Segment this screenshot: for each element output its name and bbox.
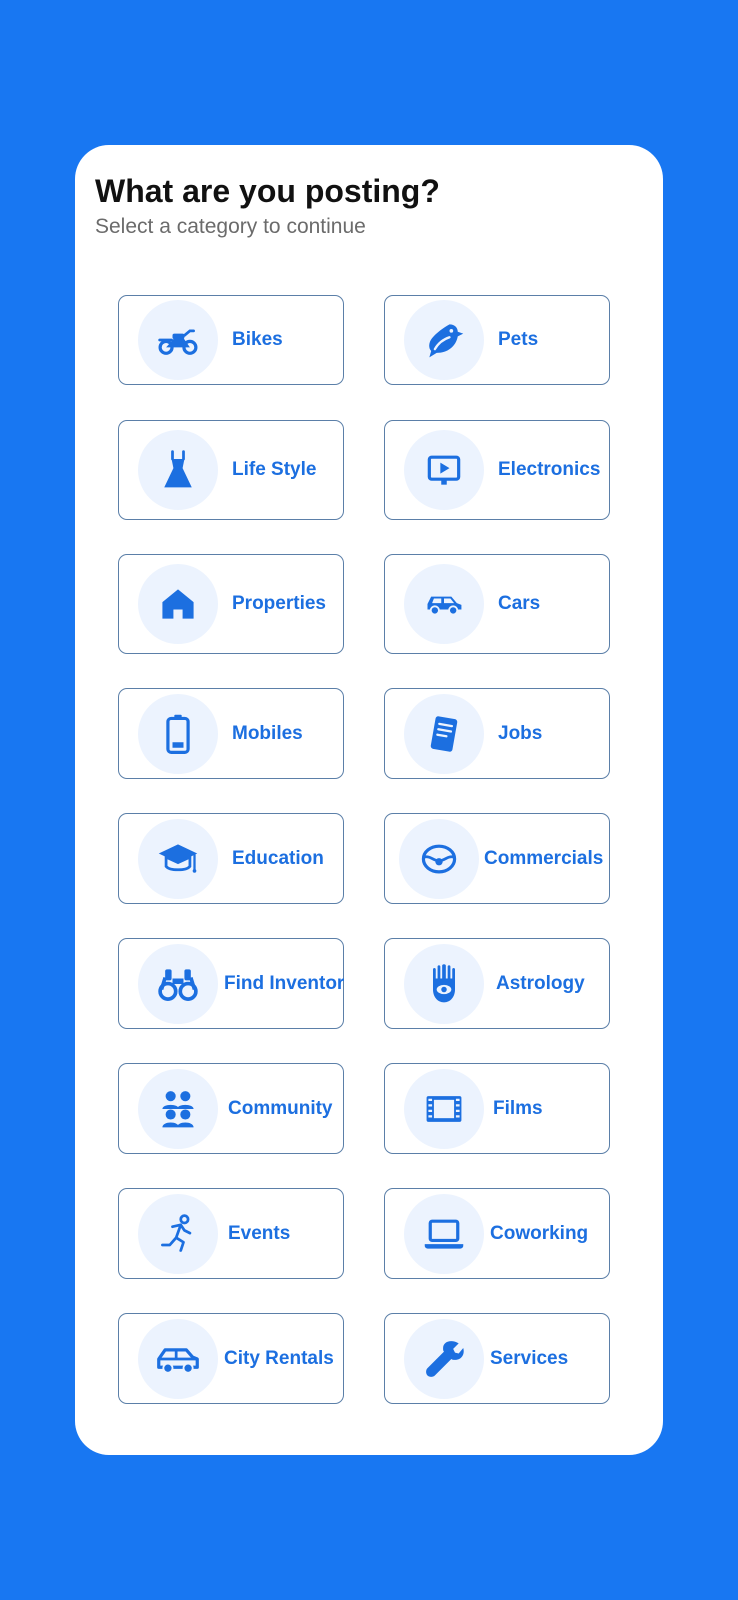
monitor-play-icon bbox=[427, 455, 461, 485]
films-icon-circle bbox=[404, 1068, 484, 1149]
find-inventor-icon-circle bbox=[138, 943, 218, 1024]
people-group-icon bbox=[162, 1090, 194, 1127]
category-label: Films bbox=[493, 1097, 543, 1119]
category-card: What are you posting? Select a category … bbox=[75, 145, 663, 1455]
category-label: Mobiles bbox=[232, 722, 303, 744]
film-icon bbox=[426, 1095, 462, 1122]
category-commercials-button[interactable]: Commercials bbox=[384, 813, 610, 904]
category-label: Commercials bbox=[484, 847, 604, 869]
category-pets-button[interactable]: Pets bbox=[384, 295, 610, 385]
document-icon bbox=[430, 715, 458, 752]
category-community-button[interactable]: Community bbox=[118, 1063, 344, 1154]
cars-icon-circle bbox=[404, 564, 484, 644]
category-services-button[interactable]: Services bbox=[384, 1313, 610, 1404]
category-label: Life Style bbox=[232, 459, 317, 480]
page-subtitle: Select a category to continue bbox=[95, 215, 366, 238]
category-label: Electronics bbox=[498, 459, 601, 480]
category-cars-button[interactable]: Cars bbox=[384, 554, 610, 654]
category-coworking-button[interactable]: Coworking bbox=[384, 1188, 610, 1279]
events-icon-circle bbox=[138, 1193, 218, 1274]
services-icon-circle bbox=[404, 1318, 484, 1399]
commercials-icon-circle bbox=[399, 818, 479, 899]
category-label: Education bbox=[232, 847, 324, 869]
category-label: Services bbox=[490, 1347, 569, 1369]
category-label: Bikes bbox=[232, 329, 283, 350]
electronics-icon-circle bbox=[404, 430, 484, 510]
mobiles-icon-circle bbox=[138, 693, 218, 774]
category-education-button[interactable]: Education bbox=[118, 813, 344, 904]
binoculars-icon bbox=[158, 968, 198, 1001]
category-label: Properties bbox=[232, 593, 326, 614]
category-lifestyle-button[interactable]: Life Style bbox=[118, 420, 344, 520]
battery-icon bbox=[166, 714, 190, 754]
category-label: Community bbox=[228, 1097, 333, 1119]
pets-icon-circle bbox=[404, 300, 484, 380]
wrench-icon bbox=[426, 1340, 464, 1377]
dress-icon bbox=[164, 450, 192, 488]
category-label: Jobs bbox=[498, 722, 543, 744]
hamsa-icon bbox=[433, 963, 455, 1002]
category-label: Astrology bbox=[496, 972, 585, 994]
bird-icon bbox=[429, 324, 464, 358]
category-label: City Rentals bbox=[224, 1347, 334, 1369]
rental-car-icon bbox=[157, 1347, 199, 1374]
education-icon-circle bbox=[138, 818, 218, 899]
category-events-button[interactable]: Events bbox=[118, 1188, 344, 1279]
category-city-rentals-button[interactable]: City Rentals bbox=[118, 1313, 344, 1404]
category-label: Pets bbox=[498, 329, 539, 350]
category-properties-button[interactable]: Properties bbox=[118, 554, 344, 654]
steering-wheel-icon bbox=[421, 844, 457, 873]
category-electronics-button[interactable]: Electronics bbox=[384, 420, 610, 520]
running-person-icon bbox=[161, 1213, 192, 1252]
coworking-icon-circle bbox=[404, 1193, 484, 1274]
category-label: Cars bbox=[498, 593, 541, 614]
city-rentals-icon-circle bbox=[138, 1318, 218, 1399]
properties-icon-circle bbox=[138, 564, 218, 644]
community-icon-circle bbox=[138, 1068, 218, 1149]
lifestyle-icon-circle bbox=[138, 430, 218, 510]
category-find-inventor-button[interactable]: Find Inventor bbox=[118, 938, 344, 1029]
bikes-icon-circle bbox=[138, 300, 218, 380]
house-icon bbox=[162, 589, 194, 619]
category-label: Coworking bbox=[490, 1222, 589, 1244]
category-films-button[interactable]: Films bbox=[384, 1063, 610, 1154]
car-icon bbox=[427, 596, 462, 616]
category-label: Find Inventor bbox=[224, 972, 344, 994]
jobs-icon-circle bbox=[404, 693, 484, 774]
page-title: What are you posting? bbox=[95, 173, 440, 209]
category-bikes-button[interactable]: Bikes bbox=[118, 295, 344, 385]
graduation-cap-icon bbox=[158, 843, 198, 873]
laptop-icon bbox=[424, 1219, 464, 1249]
category-astrology-button[interactable]: Astrology bbox=[384, 938, 610, 1029]
astrology-icon-circle bbox=[404, 943, 484, 1024]
category-label: Events bbox=[228, 1222, 291, 1244]
category-jobs-button[interactable]: Jobs bbox=[384, 688, 610, 779]
motorcycle-icon bbox=[158, 329, 198, 355]
category-mobiles-button[interactable]: Mobiles bbox=[118, 688, 344, 779]
